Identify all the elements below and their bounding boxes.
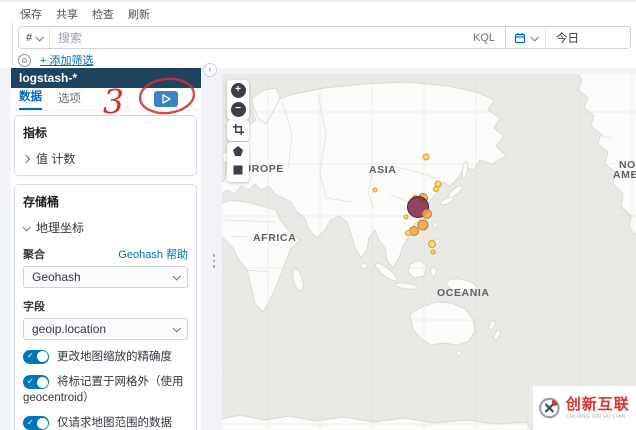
- hash-icon: #: [25, 31, 33, 44]
- geo-point: [430, 249, 436, 255]
- buckets-title: 存储桶: [23, 195, 60, 209]
- date-picker: 今日: [505, 27, 630, 48]
- top-menu: 保存 共享 检查 刷新: [20, 6, 150, 22]
- filter-options-icon[interactable]: [18, 53, 31, 67]
- field-value: geoip.location: [32, 322, 107, 336]
- geo-point: [409, 226, 419, 236]
- polygon-icon: [233, 146, 243, 156]
- top-hairline: [0, 0, 636, 2]
- rectangle-icon: [233, 165, 243, 175]
- geohash-help-link[interactable]: Geohash 帮助: [118, 246, 188, 262]
- date-quick-select-button[interactable]: [506, 27, 545, 48]
- search-bar: # KQL 今日: [18, 26, 631, 49]
- toggle-row: 仅请求地图范围的数据: [23, 415, 188, 430]
- watermark-brand: 创新互联: [565, 395, 630, 413]
- add-filter-link[interactable]: + 添加筛选: [40, 52, 93, 68]
- toggle-row: 更改地图缩放的精确度: [23, 349, 188, 365]
- land-layer: [222, 74, 636, 430]
- saved-query-button[interactable]: #: [19, 27, 50, 48]
- editor-tabs: 数据 选项: [11, 88, 201, 111]
- buckets-card: 存储桶 地理坐标 聚合 Geohash 帮助 Geohash 字段 geoip.…: [14, 184, 197, 430]
- geo-point: [428, 240, 436, 248]
- kql-label[interactable]: KQL: [463, 27, 505, 48]
- toggle-label: 更改地图缩放的精确度: [57, 351, 172, 363]
- panel-resizer-handle[interactable]: [212, 254, 216, 268]
- geo-point: [403, 214, 409, 220]
- play-icon: [162, 94, 171, 104]
- menu-item[interactable]: 共享: [56, 6, 78, 22]
- draw-rectangle-button[interactable]: [231, 164, 246, 179]
- zoom-in-button[interactable]: +: [230, 83, 246, 98]
- metrics-title: 指标: [23, 126, 48, 140]
- editor-tab[interactable]: 选项: [58, 90, 81, 110]
- field-label: 字段: [23, 301, 45, 313]
- menu-item[interactable]: 刷新: [128, 6, 150, 22]
- crop-icon: [232, 123, 244, 136]
- geo-point: [372, 187, 378, 193]
- toggle-switch[interactable]: [23, 349, 49, 364]
- chevron-down-icon: [172, 324, 181, 333]
- chevron-right-icon: [21, 154, 31, 163]
- chevron-down-icon: [172, 272, 181, 281]
- toggle-switch[interactable]: [23, 375, 49, 390]
- continent-label: AFRICA: [253, 232, 297, 244]
- geo-point: [433, 186, 439, 192]
- draw-polygon-button[interactable]: [231, 145, 246, 160]
- watermark-subtext: CHUANG XIN HU LIAN: [565, 413, 626, 420]
- apply-changes-button[interactable]: [154, 91, 178, 107]
- menu-item[interactable]: 保存: [20, 6, 42, 22]
- chevron-down-icon: [530, 32, 539, 42]
- toggle-label: 仅请求地图范围的数据: [57, 417, 172, 430]
- field-select[interactable]: geoip.location: [23, 318, 188, 340]
- coordinate-map[interactable]: EUROPEAFRICAASIAOCEANIANORTHAMERICA + −: [222, 74, 636, 430]
- left-border-line: [12, 22, 13, 68]
- search-input[interactable]: [50, 27, 463, 48]
- continent-label: ASIA: [369, 164, 397, 176]
- geo-point: [417, 219, 429, 231]
- toggle-switch[interactable]: [23, 416, 49, 430]
- aggregation-label: 聚合: [23, 249, 45, 261]
- world-map-svg: [222, 74, 636, 430]
- fit-data-bounds-button[interactable]: [231, 123, 246, 138]
- editor-tab[interactable]: 数据: [19, 88, 42, 110]
- chevron-down-icon: [35, 32, 45, 42]
- zoom-controls: + −: [227, 80, 249, 120]
- geo-point: [422, 209, 432, 219]
- geo-coordinates-label: 地理坐标: [36, 221, 85, 235]
- geo-coordinates-accordion[interactable]: 地理坐标: [22, 219, 188, 236]
- toggle-list: 更改地图缩放的精确度将标记置于网格外（使用 geocentroid） 仅请求地图范…: [23, 349, 188, 430]
- time-range-value[interactable]: 今日: [546, 30, 579, 46]
- index-pattern-title: logstash-*: [11, 68, 201, 88]
- fit-bounds-control: [227, 120, 249, 141]
- geo-point: [405, 230, 411, 236]
- continent-label: AMERICA: [613, 169, 636, 181]
- metric-accordion-label: 值 计数: [36, 152, 76, 166]
- filter-bar: + 添加筛选: [18, 52, 93, 68]
- continent-label: OCEANIA: [437, 287, 490, 299]
- zoom-out-button[interactable]: −: [230, 102, 246, 117]
- menu-item[interactable]: 检查: [92, 6, 114, 22]
- chevron-down-icon: [22, 222, 31, 232]
- metrics-card: 指标 值 计数: [14, 115, 197, 176]
- collapse-panel-button[interactable]: ‹: [203, 63, 217, 77]
- geo-point: [422, 153, 430, 161]
- aggregation-value: Geohash: [32, 270, 81, 284]
- toggle-row: 将标记置于网格外（使用 geocentroid）: [23, 374, 188, 406]
- metric-accordion[interactable]: 值 计数: [21, 150, 188, 167]
- watermark: 创新互联 CHUANG XIN HU LIAN: [533, 386, 636, 430]
- vis-editor-panel: logstash-* 数据 选项 指标 值 计数 存储桶 地理坐标 聚合 Geoh…: [11, 68, 201, 430]
- draw-controls: [227, 142, 249, 182]
- aggregation-select[interactable]: Geohash: [23, 266, 188, 288]
- brand-logo-icon: [539, 397, 560, 419]
- calendar-icon: [514, 32, 526, 43]
